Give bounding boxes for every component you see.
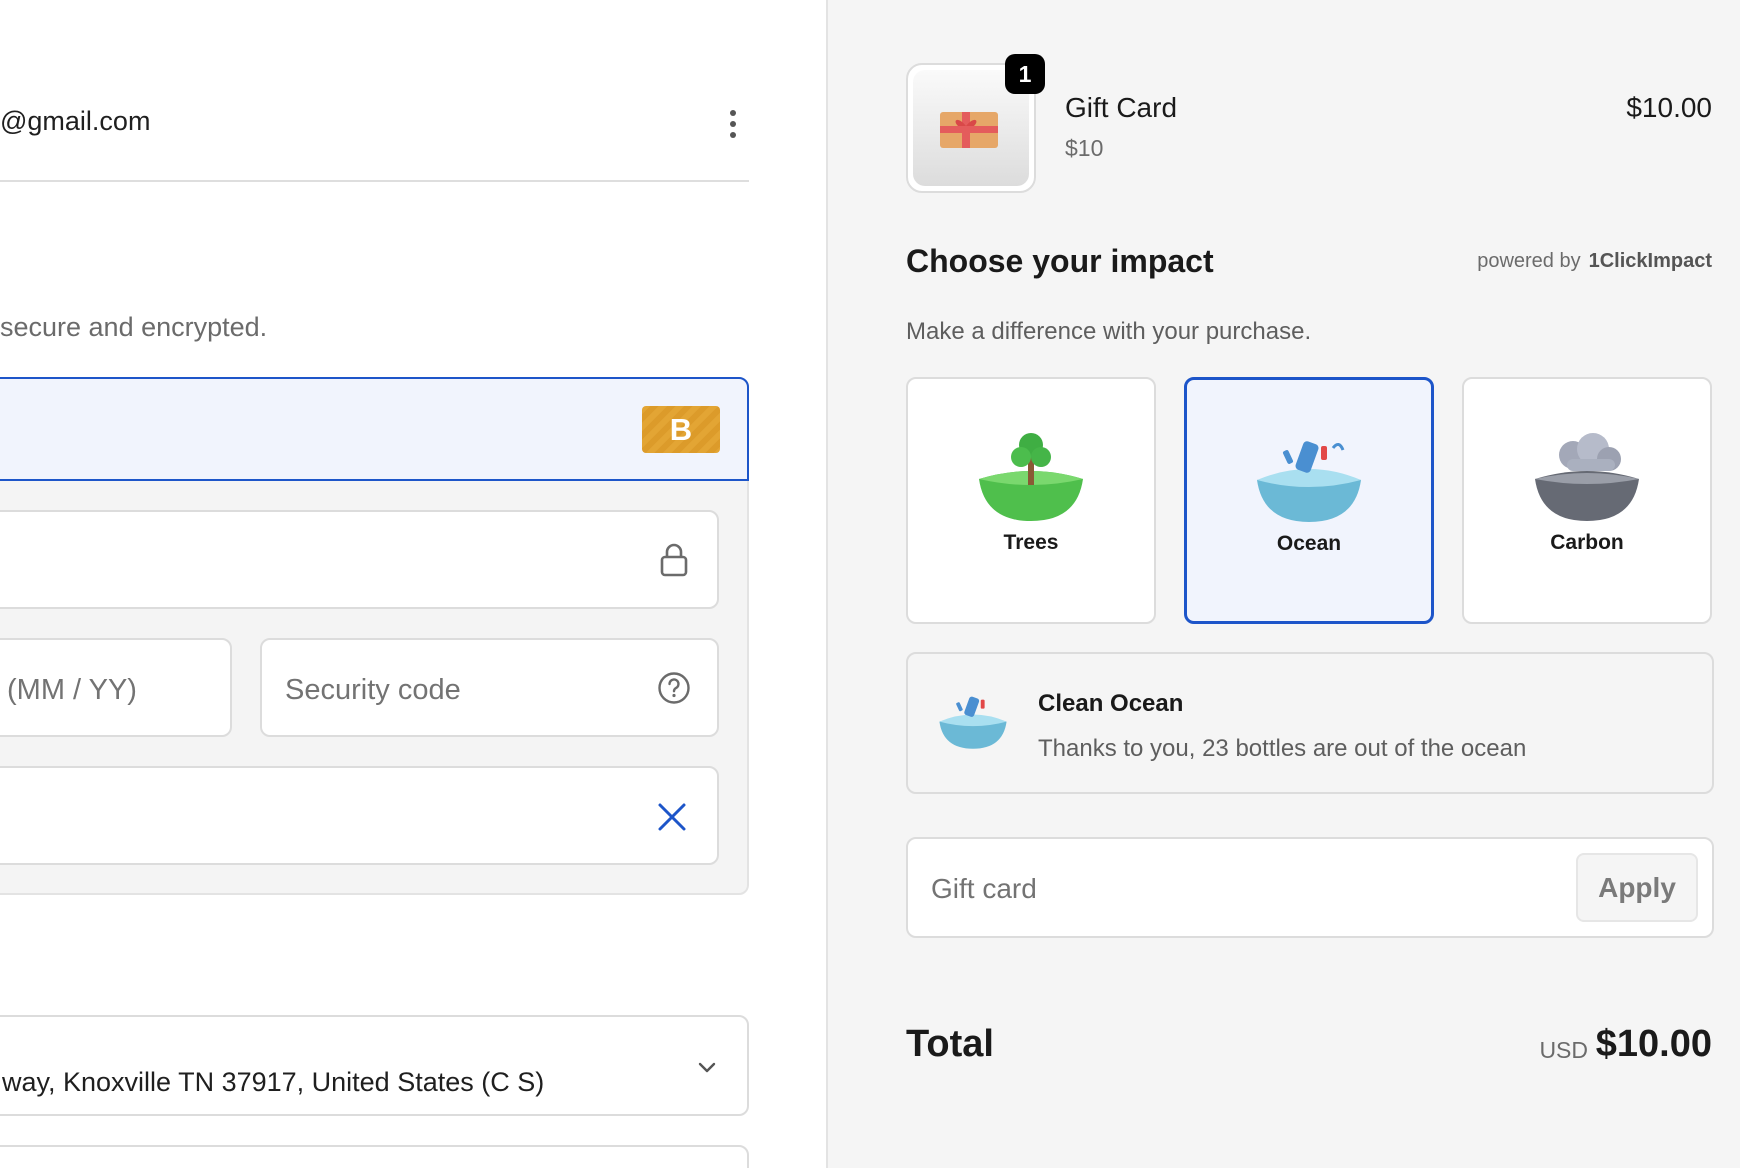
billing-address-select[interactable]: way, Knoxville TN 37917, United States (… — [0, 1015, 749, 1116]
gift-card-icon — [940, 112, 998, 148]
impact-provider: 1ClickImpact — [1588, 250, 1712, 272]
impact-title: Choose your impact — [906, 243, 1214, 279]
checkout-form-panel: @gmail.com secure and encrypted. B (MM /… — [0, 0, 826, 1168]
more-options-icon[interactable] — [718, 106, 748, 142]
impact-summary-title: Clean Ocean — [1038, 690, 1184, 717]
help-icon[interactable] — [657, 671, 691, 705]
tree-island-icon — [979, 433, 1083, 521]
card-brand-badge: B — [642, 406, 720, 453]
ocean-bottles-icon — [1257, 441, 1361, 522]
security-code-placeholder: Security code — [285, 674, 461, 706]
account-email: @gmail.com — [0, 106, 151, 136]
powered-by: powered by 1ClickImpact — [1477, 250, 1712, 273]
order-summary-panel: 1 Gift Card $10 $10.00 Choose your impac… — [826, 0, 1740, 1168]
account-row: @gmail.com — [0, 96, 749, 182]
security-code-field[interactable]: Security code — [260, 638, 719, 737]
impact-option-label: Carbon — [1550, 531, 1624, 554]
close-icon[interactable] — [657, 802, 687, 832]
impact-option-trees[interactable]: Trees — [906, 377, 1156, 624]
product-name: Gift Card — [1065, 92, 1178, 123]
impact-option-label: Ocean — [1276, 532, 1342, 555]
impact-option-ocean[interactable]: Ocean — [1184, 377, 1434, 624]
impact-summary-text: Thanks to you, 23 bottles are out of the… — [1038, 735, 1527, 762]
product-variant: $10 — [1065, 135, 1104, 161]
total-currency: USD — [1539, 1037, 1588, 1063]
card-number-field[interactable] — [0, 510, 719, 609]
impact-option-label: Trees — [1003, 531, 1059, 554]
impact-subtitle: Make a difference with your purchase. — [906, 318, 1312, 345]
expiration-date-field[interactable]: (MM / YY) — [0, 638, 232, 737]
impact-summary-card: Clean Ocean Thanks to you, 23 bottles ar… — [906, 652, 1714, 794]
credit-card-option[interactable] — [0, 377, 749, 481]
chevron-down-icon — [698, 1062, 716, 1073]
carbon-cloud-icon — [1535, 433, 1639, 521]
gift-card-placeholder: Gift card — [931, 873, 1037, 904]
apply-button[interactable]: Apply — [1576, 853, 1698, 922]
powered-by-label: powered by — [1477, 250, 1581, 272]
total-amount: $10.00 — [1595, 1023, 1712, 1065]
impact-option-carbon[interactable]: Carbon — [1462, 377, 1712, 624]
expiration-placeholder: (MM / YY) — [7, 674, 137, 706]
product-price: $10.00 — [1626, 92, 1712, 123]
lock-icon — [660, 543, 688, 577]
gift-card-field[interactable]: Gift card Apply — [906, 837, 1714, 938]
name-on-card-field[interactable] — [0, 766, 719, 865]
payment-secure-note: secure and encrypted. — [0, 312, 268, 342]
ocean-bottles-icon — [939, 696, 1007, 749]
next-form-field[interactable] — [0, 1145, 749, 1168]
billing-address-value: way, Knoxville TN 37917, United States (… — [2, 1067, 545, 1097]
item-quantity-badge: 1 — [1005, 54, 1045, 94]
total-label: Total — [906, 1023, 994, 1065]
